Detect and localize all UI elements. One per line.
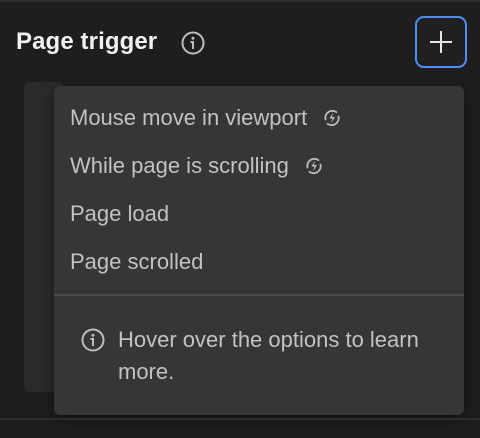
bolt-refresh-icon [321,107,343,129]
bolt-refresh-icon [303,155,325,177]
info-icon[interactable] [180,30,206,56]
panel-title: Page trigger [16,28,158,55]
info-icon [80,327,106,353]
menu-item-page-scrolled[interactable]: Page scrolled [70,246,203,278]
menu-divider [54,294,464,296]
menu-item-label: Page scrolled [70,249,204,274]
hint-text: Hover over the options to learn more. [118,327,419,384]
panel-header: Page trigger [0,0,480,86]
menu-item-label: Mouse move in viewport [70,105,308,130]
plus-icon [430,31,452,53]
menu-item-label: Page load [70,201,170,226]
menu-item-page-load[interactable]: Page load [70,198,169,230]
bottom-divider [0,418,480,420]
menu-item-label: While page is scrolling [70,153,289,178]
menu-item-while-page-is-scrolling[interactable]: While page is scrolling [70,150,325,182]
trigger-dropdown-menu: Mouse move in viewport While page is scr… [54,86,464,415]
add-trigger-button[interactable] [415,16,467,68]
menu-item-mouse-move-in-viewport[interactable]: Mouse move in viewport [70,102,343,134]
